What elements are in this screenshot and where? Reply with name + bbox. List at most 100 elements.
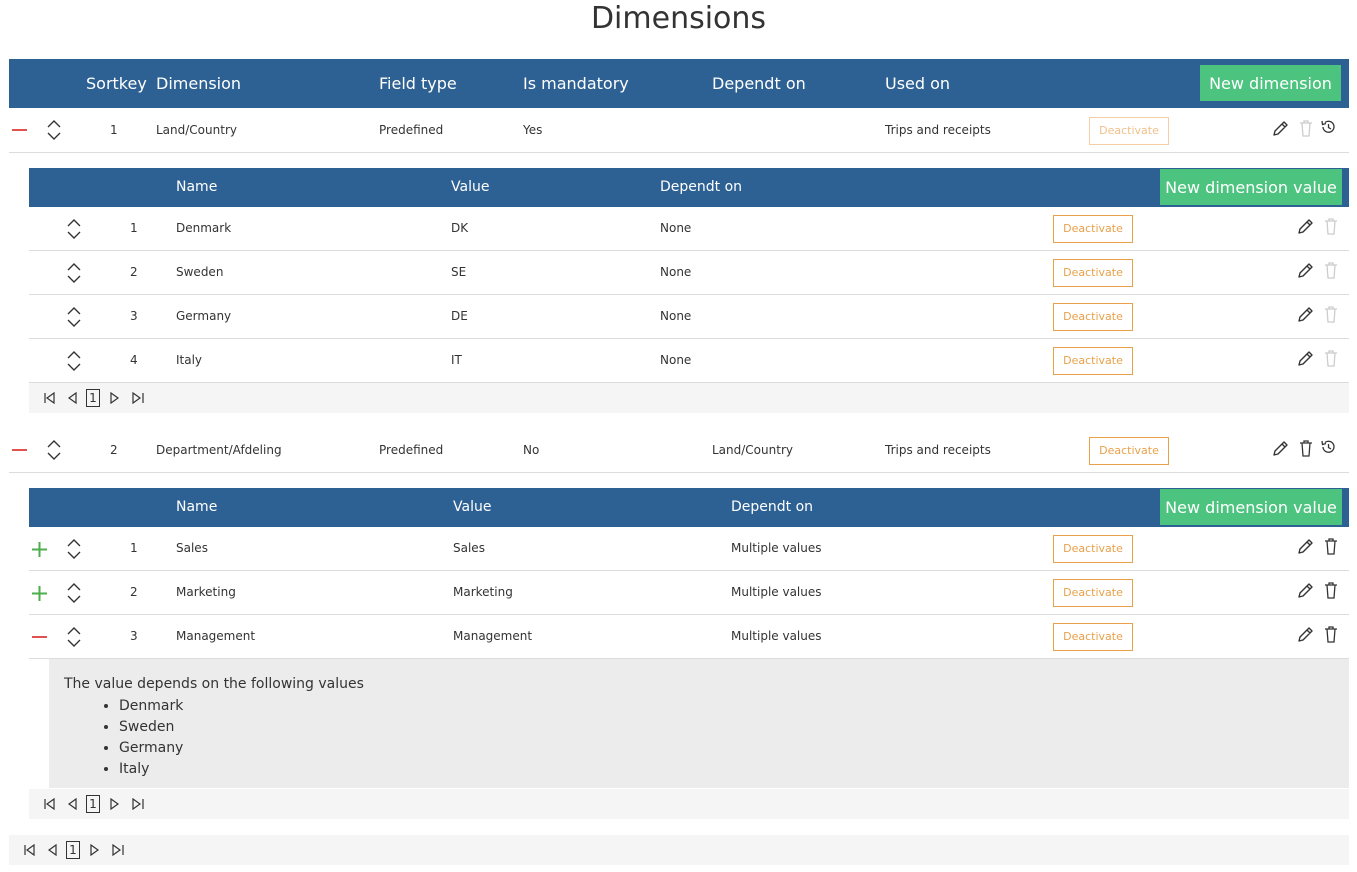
dimension-value-row: 3 Germany DE None Deactivate — [29, 295, 1349, 339]
sort-chevrons-icon[interactable] — [67, 627, 81, 647]
sort-chevrons-icon[interactable] — [47, 440, 61, 460]
header-value[interactable]: Value — [451, 168, 489, 207]
value-sortkey: 4 — [130, 353, 138, 367]
delete-trash-icon — [1324, 306, 1338, 323]
edit-pencil-icon[interactable] — [1296, 218, 1314, 236]
delete-trash-icon[interactable] — [1324, 582, 1338, 599]
next-page-icon[interactable] — [110, 798, 120, 810]
dimension-is-mandatory: No — [523, 443, 540, 457]
sort-chevrons-icon[interactable] — [67, 263, 81, 283]
new-dimension-value-button[interactable]: New dimension value — [1160, 169, 1342, 205]
new-dimension-button[interactable]: New dimension — [1200, 65, 1341, 101]
first-page-icon[interactable] — [24, 844, 36, 856]
edit-pencil-icon[interactable] — [1296, 262, 1314, 280]
dimension-name: Department/Afdeling — [156, 443, 282, 457]
page-title: Dimensions — [590, 1, 767, 36]
value-name: Germany — [176, 309, 232, 323]
prev-page-icon[interactable] — [67, 392, 77, 404]
header-dependt-on[interactable]: Dependt on — [712, 59, 806, 108]
sub-table-header: Name Value Dependt on New dimension valu… — [29, 488, 1349, 527]
current-page[interactable]: 1 — [86, 795, 100, 813]
deactivate-button[interactable]: Deactivate — [1053, 303, 1133, 331]
value-dependt-on: None — [660, 309, 692, 323]
last-page-icon[interactable] — [132, 392, 144, 404]
header-dimension[interactable]: Dimension — [156, 59, 241, 108]
dependency-item: Sweden — [119, 717, 183, 738]
deactivate-button[interactable]: Deactivate — [1053, 215, 1133, 243]
first-page-icon[interactable] — [44, 798, 56, 810]
prev-page-icon[interactable] — [47, 844, 57, 856]
history-icon[interactable] — [1320, 119, 1336, 135]
value-sortkey: 3 — [130, 629, 138, 643]
header-name[interactable]: Name — [176, 488, 217, 527]
deactivate-button[interactable]: Deactivate — [1089, 437, 1169, 465]
delete-trash-icon[interactable] — [1324, 626, 1338, 643]
value-sortkey: 2 — [130, 265, 138, 279]
dependency-item: Germany — [119, 738, 183, 759]
collapse-icon[interactable] — [12, 449, 27, 452]
value-code: IT — [451, 353, 462, 367]
deactivate-button[interactable]: Deactivate — [1053, 623, 1133, 651]
delete-trash-icon[interactable] — [1299, 440, 1313, 457]
delete-trash-icon[interactable] — [1324, 538, 1338, 555]
edit-pencil-icon[interactable] — [1271, 440, 1289, 458]
dimension-used-on: Trips and receipts — [885, 443, 991, 457]
dimension-value-row: 2 Sweden SE None Deactivate — [29, 251, 1349, 295]
deactivate-button[interactable]: Deactivate — [1053, 535, 1133, 563]
header-used-on[interactable]: Used on — [885, 59, 950, 108]
deactivate-button[interactable]: Deactivate — [1053, 579, 1133, 607]
value-code: DK — [451, 221, 469, 235]
dependency-title: The value depends on the following value… — [64, 676, 364, 692]
sort-chevrons-icon[interactable] — [67, 539, 81, 559]
dimension-name: Land/Country — [156, 123, 237, 137]
dimension-dependt-on: Land/Country — [712, 443, 793, 457]
value-sortkey: 3 — [130, 309, 138, 323]
dimension-sortkey: 2 — [110, 443, 118, 457]
last-page-icon[interactable] — [132, 798, 144, 810]
next-page-icon[interactable] — [90, 844, 100, 856]
deactivate-button[interactable]: Deactivate — [1089, 117, 1169, 145]
value-code: Management — [453, 629, 533, 643]
next-page-icon[interactable] — [110, 392, 120, 404]
edit-pencil-icon[interactable] — [1296, 538, 1314, 556]
collapse-icon[interactable] — [12, 129, 27, 132]
last-page-icon[interactable] — [112, 844, 124, 856]
header-dependt-on[interactable]: Dependt on — [731, 488, 813, 527]
dimension-value-row: 3 Management Management Multiple values … — [29, 615, 1349, 659]
value-name: Sweden — [176, 265, 224, 279]
edit-pencil-icon[interactable] — [1296, 306, 1314, 324]
header-field-type[interactable]: Field type — [379, 59, 457, 108]
edit-pencil-icon[interactable] — [1296, 350, 1314, 368]
prev-page-icon[interactable] — [67, 798, 77, 810]
sort-chevrons-icon[interactable] — [67, 583, 81, 603]
expand-plus-icon[interactable] — [32, 542, 47, 557]
header-dependt-on[interactable]: Dependt on — [660, 168, 742, 207]
sort-chevrons-icon[interactable] — [67, 307, 81, 327]
current-page[interactable]: 1 — [66, 841, 80, 859]
deactivate-button[interactable]: Deactivate — [1053, 347, 1133, 375]
current-page[interactable]: 1 — [86, 389, 100, 407]
new-dimension-value-button[interactable]: New dimension value — [1160, 489, 1342, 525]
edit-pencil-icon[interactable] — [1296, 626, 1314, 644]
dimension-field-type: Predefined — [379, 123, 444, 137]
history-icon[interactable] — [1320, 439, 1336, 455]
delete-trash-icon — [1299, 120, 1313, 137]
collapse-icon[interactable] — [32, 636, 47, 639]
value-dependt-on: None — [660, 265, 692, 279]
edit-pencil-icon[interactable] — [1296, 582, 1314, 600]
sort-chevrons-icon[interactable] — [67, 219, 81, 239]
deactivate-button[interactable]: Deactivate — [1053, 259, 1133, 287]
header-name[interactable]: Name — [176, 168, 217, 207]
sort-chevrons-icon[interactable] — [67, 351, 81, 371]
header-sortkey[interactable]: Sortkey — [86, 59, 147, 108]
expand-plus-icon[interactable] — [32, 586, 47, 601]
header-is-mandatory[interactable]: Is mandatory — [523, 59, 629, 108]
sort-chevrons-icon[interactable] — [47, 120, 61, 140]
edit-pencil-icon[interactable] — [1271, 120, 1289, 138]
dimension-field-type: Predefined — [379, 443, 444, 457]
header-value[interactable]: Value — [453, 488, 491, 527]
value-code: Sales — [453, 541, 485, 555]
first-page-icon[interactable] — [44, 392, 56, 404]
dependency-panel: The value depends on the following value… — [49, 659, 1349, 788]
pager: 1 — [29, 789, 1349, 819]
